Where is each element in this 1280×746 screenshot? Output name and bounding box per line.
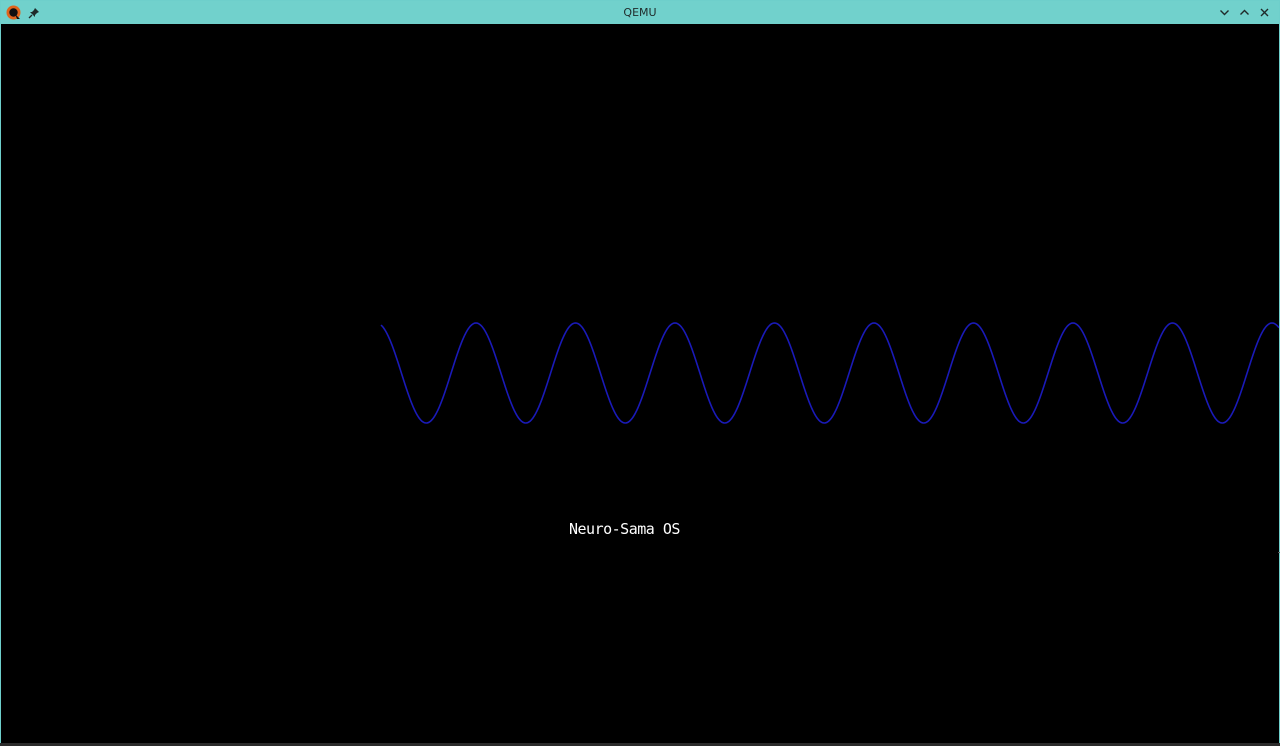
chevron-down-icon[interactable] xyxy=(1217,5,1232,20)
sine-wave-graphic xyxy=(380,322,1279,424)
vm-display[interactable]: Neuro-Sama OS xyxy=(1,24,1279,743)
sine-wave-line xyxy=(380,322,1279,424)
qemu-window: QEMU Neuro-Sama OS xyxy=(0,0,1280,744)
chevron-up-icon[interactable] xyxy=(1237,5,1252,20)
pin-icon[interactable] xyxy=(28,6,40,19)
qemu-logo-icon[interactable] xyxy=(6,5,21,20)
os-name-label: Neuro-Sama OS xyxy=(569,520,680,538)
window-title: QEMU xyxy=(623,6,657,19)
window-titlebar[interactable]: QEMU xyxy=(1,1,1279,24)
close-icon[interactable] xyxy=(1257,5,1272,20)
